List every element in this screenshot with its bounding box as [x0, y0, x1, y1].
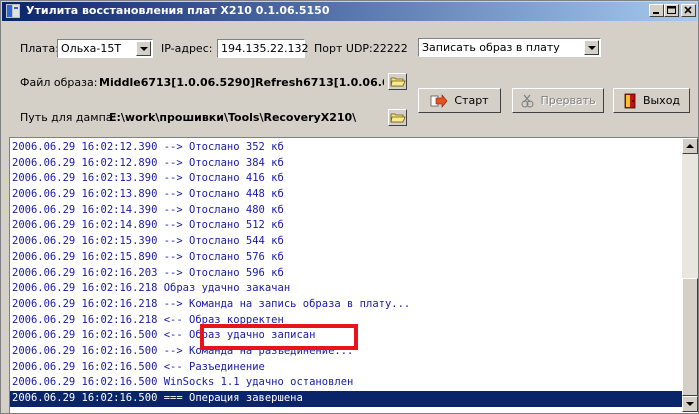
log-line[interactable]: 2006.06.29 16:02:16.218 Образ удачно зак…: [10, 281, 682, 297]
board-dropdown-button[interactable]: [136, 41, 151, 56]
maximize-icon: [667, 6, 676, 14]
log-line[interactable]: 2006.06.29 16:02:13.890 --> Отослано 448…: [10, 187, 682, 203]
dump-path-value: E:\work\прошивки\Tools\RecoveryX210\: [109, 111, 357, 124]
main-window: Утилита восстановления плат X210 0.1.06.…: [0, 0, 699, 414]
log-line[interactable]: 2006.06.29 16:02:14.390 --> Отослано 480…: [10, 203, 682, 219]
vertical-scrollbar[interactable]: [682, 138, 698, 412]
dump-path-label: Путь для дампа:: [20, 111, 117, 124]
chevron-down-icon: [588, 46, 596, 50]
minimize-icon: [653, 12, 659, 14]
scroll-thumb[interactable]: [682, 278, 698, 396]
action-value: Записать образ в плату: [422, 41, 560, 54]
action-select[interactable]: Записать образ в плату: [418, 38, 601, 57]
exit-label: Выход: [642, 94, 681, 107]
browse-dump-button[interactable]: [388, 109, 407, 126]
ip-value: 194.135.22.132: [221, 42, 309, 55]
minimize-button[interactable]: [649, 4, 664, 17]
log-line[interactable]: 2006.06.29 16:02:15.390 --> Отослано 544…: [10, 234, 682, 250]
browse-image-button[interactable]: [388, 73, 407, 90]
chevron-down-icon: [140, 47, 148, 51]
log-line[interactable]: 2006.06.29 16:02:16.500 <-- Разъединение: [10, 360, 682, 376]
board-value: Ольха-15T: [61, 42, 122, 55]
log-line[interactable]: 2006.06.29 16:02:16.500 WinSocks 1.1 уда…: [10, 375, 682, 391]
action-dropdown-button[interactable]: [584, 40, 599, 55]
abort-label: Прервать: [540, 94, 596, 107]
start-label: Старт: [454, 94, 489, 107]
maximize-button[interactable]: [664, 4, 679, 17]
annotation-highlight-box: [200, 324, 358, 350]
log-lines: 2006.06.29 16:02:12.390 --> Отослано 352…: [10, 140, 682, 407]
image-file-value: Middle6713[1.0.06.5290]Refresh6713[1.0.0…: [99, 76, 384, 89]
arrow-down-icon: [686, 402, 694, 406]
close-icon: [684, 6, 692, 14]
board-label: Плата:: [20, 42, 59, 55]
start-button[interactable]: Старт: [418, 88, 501, 113]
log-line[interactable]: 2006.06.29 16:02:12.390 --> Отослано 352…: [10, 140, 682, 156]
log-line[interactable]: 2006.06.29 16:02:16.500 === Операция зав…: [10, 391, 682, 407]
log-line[interactable]: 2006.06.29 16:02:15.890 --> Отослано 576…: [10, 250, 682, 266]
scroll-down-button[interactable]: [682, 396, 698, 412]
exit-door-icon: [624, 93, 636, 108]
image-file-label: Файл образа:: [20, 76, 98, 89]
log-line[interactable]: 2006.06.29 16:02:13.390 --> Отослано 416…: [10, 171, 682, 187]
close-button[interactable]: [681, 4, 696, 17]
port-label: Порт UDP:22222: [314, 42, 408, 55]
exit-button[interactable]: Выход: [613, 88, 690, 113]
ip-input[interactable]: 194.135.22.132: [217, 39, 309, 58]
log-line[interactable]: 2006.06.29 16:02:12.890 --> Отослано 384…: [10, 156, 682, 172]
start-arrow-icon: [430, 93, 448, 108]
window-title: Утилита восстановления плат X210 0.1.06.…: [26, 4, 330, 17]
ip-label: IP-адрес:: [161, 42, 213, 55]
abort-icon: [521, 94, 534, 107]
log-panel[interactable]: 2006.06.29 16:02:12.390 --> Отослано 352…: [9, 137, 698, 413]
app-icon: [6, 4, 20, 18]
board-select[interactable]: Ольха-15T: [57, 39, 153, 58]
log-line[interactable]: 2006.06.29 16:02:14.890 --> Отослано 512…: [10, 218, 682, 234]
folder-icon: [390, 77, 406, 87]
log-line[interactable]: 2006.06.29 16:02:16.203 --> Отослано 596…: [10, 266, 682, 282]
title-bar[interactable]: Утилита восстановления плат X210 0.1.06.…: [2, 2, 697, 21]
log-line[interactable]: 2006.06.29 16:02:16.218 --> Команда на з…: [10, 297, 682, 313]
abort-button[interactable]: Прервать: [512, 88, 604, 113]
folder-icon: [390, 113, 406, 123]
scroll-up-button[interactable]: [682, 138, 698, 154]
arrow-up-icon: [686, 144, 694, 148]
